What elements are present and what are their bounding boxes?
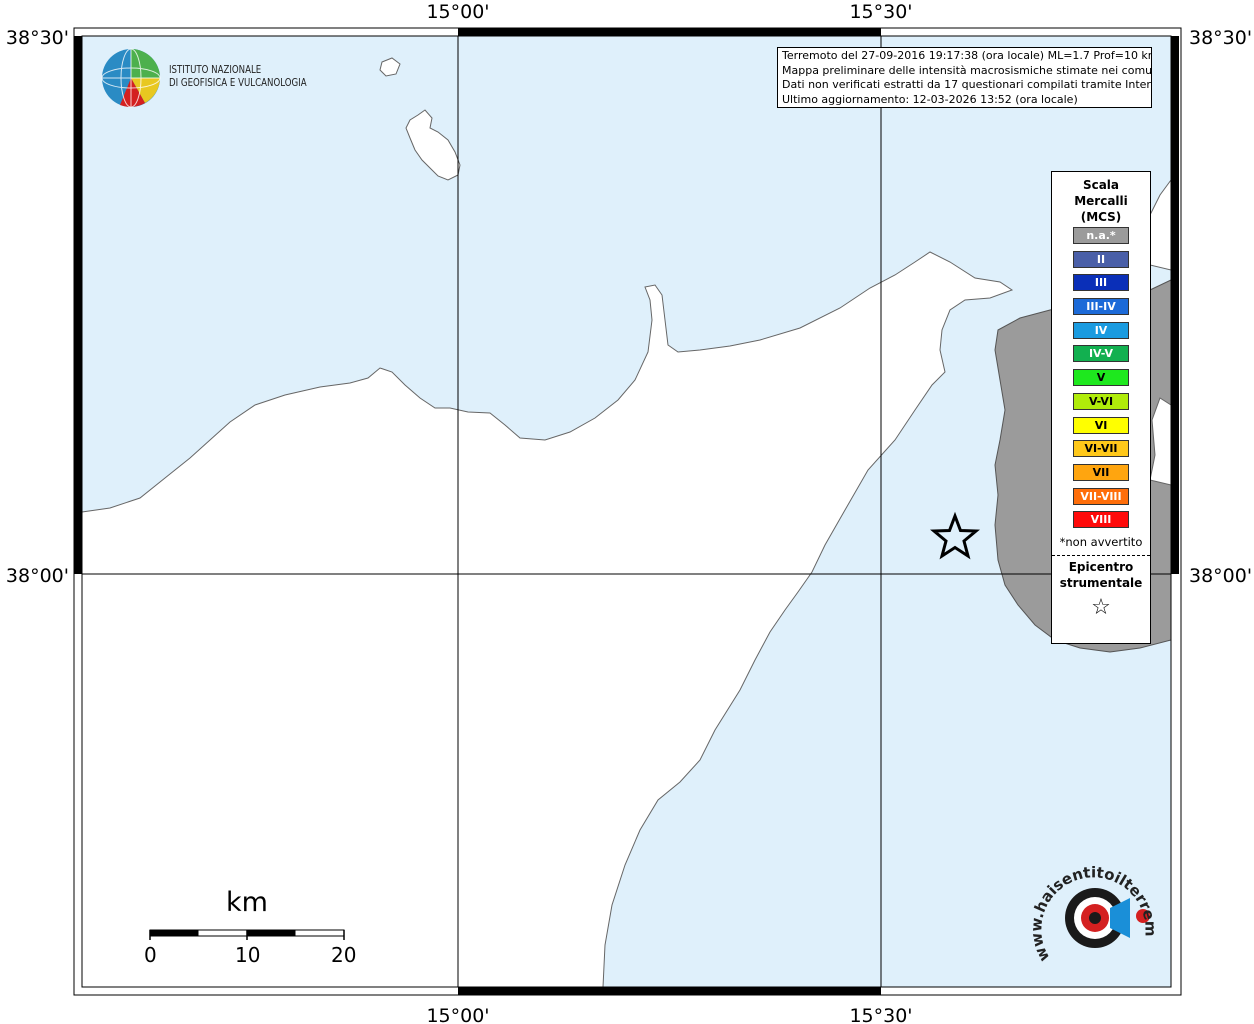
legend-swatch: VIII bbox=[1073, 511, 1129, 529]
legend-divider bbox=[1052, 554, 1150, 556]
frame-left-segment bbox=[74, 36, 82, 574]
haisentito-logo[interactable]: www.haisentitoilterremoto.it bbox=[1030, 858, 1160, 978]
ingv-name: ISTITUTO NAZIONALE DI GEOFISICA E VULCAN… bbox=[169, 64, 307, 90]
top-tick-label: 15°00' bbox=[426, 1, 489, 23]
left-tick-label: 38°30' bbox=[6, 27, 69, 49]
legend-swatch: IV-V bbox=[1073, 345, 1129, 363]
top-tick-label: 15°30' bbox=[849, 1, 912, 23]
bottom-tick-label: 15°00' bbox=[426, 1005, 489, 1024]
legend-swatch: n.a.* bbox=[1073, 227, 1129, 244]
legend-title-line: Scala bbox=[1082, 178, 1120, 192]
legend-swatch: VI bbox=[1073, 416, 1129, 434]
scale-label: 0 bbox=[144, 943, 157, 967]
legend-swatch: VI-VII bbox=[1073, 440, 1129, 458]
legend-title-line: Mercalli bbox=[1074, 194, 1128, 208]
right-tick-label: 38°00' bbox=[1189, 565, 1252, 587]
legend-star-icon: ☆ bbox=[1091, 594, 1111, 620]
bottom-tick-label: 15°30' bbox=[849, 1005, 912, 1024]
globe-icon bbox=[101, 48, 161, 108]
frame-bottom-segment bbox=[458, 987, 881, 995]
legend-swatch: VII-VIII bbox=[1073, 487, 1129, 505]
legend-swatch: V bbox=[1073, 369, 1129, 387]
frame-top-segment bbox=[458, 28, 881, 36]
scale-label: 20 bbox=[331, 943, 357, 967]
legend-swatch: III bbox=[1073, 274, 1129, 292]
legend-title-line: (MCS) bbox=[1080, 210, 1122, 224]
info-line: Mappa preliminare delle intensità macros… bbox=[782, 63, 1152, 77]
info-line: Ultimo aggiornamento: 12-03-2026 13:52 (… bbox=[782, 92, 1078, 106]
intensity-legend: Scala Mercalli (MCS) n.a.* II III III-IV IV I… bbox=[1051, 171, 1151, 644]
info-line: Terremoto del 27-09-2016 19:17:38 (ora l… bbox=[782, 49, 1152, 62]
legend-epicenter-line: Epicentro bbox=[1068, 559, 1134, 574]
legend-title: Scala Mercalli (MCS) bbox=[1052, 177, 1150, 225]
legend-epicenter-label: Epicentro strumentale bbox=[1052, 559, 1150, 591]
scale-label: 10 bbox=[235, 943, 261, 967]
left-tick-label: 38°00' bbox=[6, 565, 69, 587]
ingv-line1: ISTITUTO NAZIONALE bbox=[169, 64, 262, 76]
frame-right-segment bbox=[1171, 36, 1179, 574]
ingv-line2: DI GEOFISICA E VULCANOLOGIA bbox=[169, 77, 307, 89]
legend-swatch: II bbox=[1073, 250, 1129, 268]
legend-swatch: VII bbox=[1073, 463, 1129, 481]
legend-na-note: *non avvertito bbox=[1059, 534, 1143, 549]
legend-swatch: III-IV bbox=[1073, 298, 1129, 316]
info-line: Dati non verificati estratti da 17 quest… bbox=[782, 78, 1152, 91]
right-tick-label: 38°30' bbox=[1189, 27, 1252, 49]
legend-swatch: V-VI bbox=[1073, 392, 1129, 410]
earthquake-info-box: Terremoto del 27-09-2016 19:17:38 (ora l… bbox=[777, 47, 1152, 108]
legend-epicenter-line: strumentale bbox=[1059, 575, 1143, 590]
legend-swatches: n.a.* II III III-IV IV IV-V V V-VI VI VI-VII VII VI… bbox=[1052, 227, 1150, 529]
legend-swatch: IV bbox=[1073, 321, 1129, 339]
